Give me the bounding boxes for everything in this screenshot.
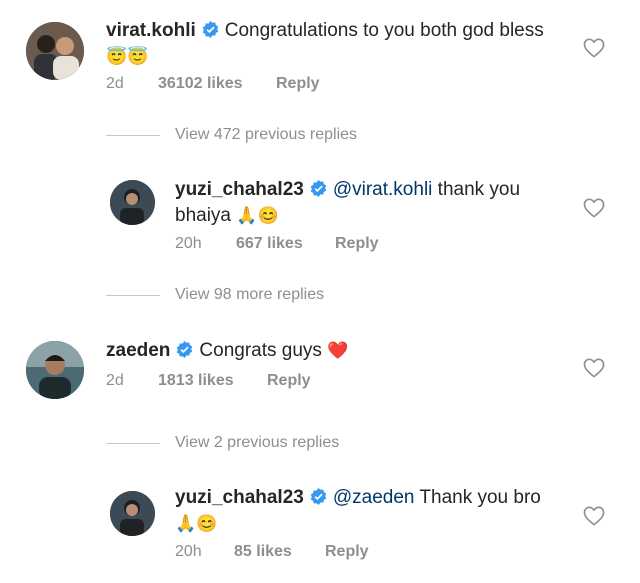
view-replies-link[interactable]: View 2 previous replies [175, 434, 339, 452]
heart-icon[interactable] [583, 38, 605, 58]
verified-badge-icon [202, 21, 218, 38]
comment-text-cont: bhaiya [175, 205, 237, 226]
username[interactable]: zaeden [106, 340, 170, 361]
mention-link[interactable]: @virat.kohli [333, 179, 433, 200]
heart-icon[interactable] [583, 506, 605, 526]
likes-count[interactable]: 1813 likes [158, 372, 234, 390]
likes-count[interactable]: 36102 likes [158, 75, 243, 93]
username[interactable]: virat.kohli [106, 20, 196, 41]
mention-link[interactable]: @zaeden [333, 487, 415, 508]
emoji: 😇😇 [106, 47, 149, 66]
comment-text: Thank you bro [414, 487, 541, 508]
comment-text: thank you [432, 179, 521, 200]
likes-count[interactable]: 667 likes [236, 235, 303, 253]
divider [106, 135, 160, 136]
reply-button[interactable]: Reply [267, 372, 311, 390]
verified-badge-icon [310, 180, 327, 197]
emoji: 🙏😊 [236, 206, 279, 225]
verified-badge-icon [177, 341, 193, 358]
comment-time: 20h [175, 543, 202, 560]
comment-text: Congratulations to you both god bless [224, 20, 544, 41]
comment-time: 2d [106, 372, 124, 389]
username[interactable]: yuzi_chahal23 [175, 179, 304, 200]
likes-count[interactable]: 85 likes [234, 543, 292, 561]
divider [106, 295, 160, 296]
view-replies-link[interactable]: View 472 previous replies [175, 126, 357, 144]
avatar[interactable] [26, 22, 84, 80]
view-replies-link[interactable]: View 98 more replies [175, 286, 324, 304]
reply-button[interactable]: Reply [325, 543, 369, 561]
avatar[interactable] [110, 491, 155, 536]
comment-time: 2d [106, 75, 124, 92]
avatar[interactable] [110, 180, 155, 225]
comment-time: 20h [175, 235, 202, 252]
reply-button[interactable]: Reply [335, 235, 379, 253]
emoji: ❤️ [327, 341, 349, 360]
comment-text: Congrats guys [199, 340, 328, 361]
heart-icon[interactable] [583, 198, 605, 218]
verified-badge-icon [310, 488, 327, 505]
emoji: 🙏😊 [175, 514, 218, 533]
username[interactable]: yuzi_chahal23 [175, 487, 304, 508]
avatar[interactable] [26, 341, 84, 399]
reply-button[interactable]: Reply [276, 75, 320, 93]
heart-icon[interactable] [583, 358, 605, 378]
divider [106, 443, 160, 444]
